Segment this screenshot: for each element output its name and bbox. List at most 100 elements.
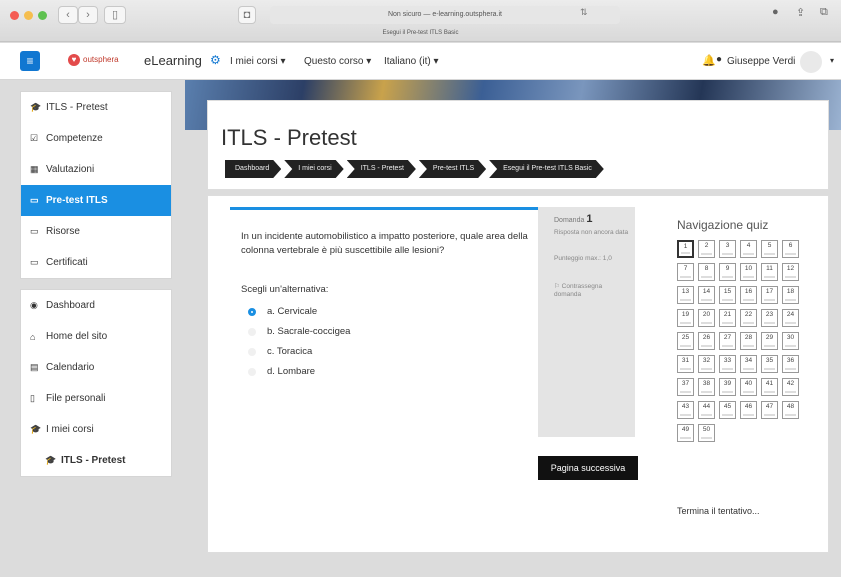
quiz-nav-question-button[interactable]: 50 [698, 424, 715, 442]
answer-option-c[interactable]: c. Toracica [248, 346, 312, 357]
quiz-nav-question-button[interactable]: 33 [719, 355, 736, 373]
notifications-bell-icon[interactable]: 🔔 [702, 54, 716, 67]
menu-language[interactable]: Italiano (it) ▾ [384, 56, 438, 67]
answer-option-d[interactable]: d. Lombare [248, 366, 315, 377]
quiz-nav-question-button[interactable]: 14 [698, 286, 715, 304]
privacy-shield-icon[interactable]: ◘ [238, 6, 256, 24]
messages-icon[interactable]: ● [716, 54, 722, 65]
share-icon[interactable]: ⇪ [796, 6, 805, 19]
maximize-window-button[interactable] [38, 11, 47, 20]
quiz-nav-question-button[interactable]: 46 [740, 401, 757, 419]
quiz-nav-question-button[interactable]: 27 [719, 332, 736, 350]
downloads-icon[interactable]: ● [772, 6, 779, 18]
breadcrumb-course[interactable]: ITLS - Pretest [347, 160, 416, 178]
quiz-nav-question-button[interactable]: 43 [677, 401, 694, 419]
breadcrumb-quiz[interactable]: Pre-test ITLS [419, 160, 486, 178]
quiz-nav-question-button[interactable]: 23 [761, 309, 778, 327]
quiz-nav-question-button[interactable]: 44 [698, 401, 715, 419]
quiz-nav-question-button[interactable]: 24 [782, 309, 799, 327]
quiz-nav-question-button[interactable]: 5 [761, 240, 778, 258]
quiz-nav-question-button[interactable]: 21 [719, 309, 736, 327]
quiz-nav-question-button[interactable]: 16 [740, 286, 757, 304]
quiz-nav-question-button[interactable]: 12 [782, 263, 799, 281]
quiz-nav-question-button[interactable]: 38 [698, 378, 715, 396]
quiz-nav-question-button[interactable]: 13 [677, 286, 694, 304]
quiz-nav-question-button[interactable]: 25 [677, 332, 694, 350]
radio-selected-icon[interactable] [248, 307, 256, 316]
user-menu-caret-icon[interactable]: ▾ [830, 56, 834, 65]
quiz-nav-question-button[interactable]: 15 [719, 286, 736, 304]
site-name[interactable]: eLearning [144, 53, 202, 68]
quiz-nav-question-button[interactable]: 8 [698, 263, 715, 281]
sidebar-item-course-itls-pretest[interactable]: 🎓 ITLS - Pretest [21, 445, 171, 476]
tabs-icon[interactable]: ⧉ [820, 6, 828, 19]
quiz-nav-question-button[interactable]: 45 [719, 401, 736, 419]
quiz-nav-question-button[interactable]: 41 [761, 378, 778, 396]
sidebar-item-risorse[interactable]: ▭ Risorse [21, 216, 171, 247]
sidebar-item-itls-pretest[interactable]: 🎓 ITLS - Pretest [21, 92, 171, 123]
quiz-nav-question-button[interactable]: 37 [677, 378, 694, 396]
sidebar-item-calendario[interactable]: ▤ Calendario [21, 352, 171, 383]
sidebar-item-certificati[interactable]: ▭ Certificati [21, 247, 171, 278]
sidebar-item-competenze[interactable]: ☑ Competenze [21, 123, 171, 154]
breadcrumb-dashboard[interactable]: Dashboard [225, 160, 281, 178]
sidebar-item-i-miei-corsi[interactable]: 🎓 I miei corsi [21, 414, 171, 445]
quiz-nav-question-button[interactable]: 42 [782, 378, 799, 396]
sidebar-item-dashboard[interactable]: ◉ Dashboard [21, 290, 171, 321]
quiz-nav-question-button[interactable]: 32 [698, 355, 715, 373]
quiz-nav-question-button[interactable]: 4 [740, 240, 757, 258]
quiz-nav-question-button[interactable]: 34 [740, 355, 757, 373]
quiz-nav-question-button[interactable]: 10 [740, 263, 757, 281]
quiz-nav-question-button[interactable]: 22 [740, 309, 757, 327]
quiz-nav-question-button[interactable]: 47 [761, 401, 778, 419]
user-name[interactable]: Giuseppe Verdi [727, 56, 795, 67]
close-window-button[interactable] [10, 11, 19, 20]
address-bar[interactable]: Non sicuro — e-learning.outsphera.it [270, 6, 620, 24]
quiz-nav-question-button[interactable]: 20 [698, 309, 715, 327]
quiz-nav-question-button[interactable]: 19 [677, 309, 694, 327]
avatar[interactable] [800, 51, 822, 73]
quiz-nav-question-button[interactable]: 30 [782, 332, 799, 350]
quiz-nav-question-button[interactable]: 28 [740, 332, 757, 350]
quiz-nav-question-button[interactable]: 3 [719, 240, 736, 258]
forward-icon[interactable]: › [78, 6, 98, 24]
quiz-nav-question-button[interactable]: 29 [761, 332, 778, 350]
answer-option-b[interactable]: b. Sacrale-coccigea [248, 326, 350, 337]
quiz-nav-question-button[interactable]: 9 [719, 263, 736, 281]
back-icon[interactable]: ‹ [58, 6, 78, 24]
menu-this-course[interactable]: Questo corso ▾ [304, 56, 371, 67]
quiz-nav-question-button[interactable]: 11 [761, 263, 778, 281]
sidebar-item-home[interactable]: ⌂ Home del sito [21, 321, 171, 352]
breadcrumb-attempt[interactable]: Esegui il Pre-test ITLS Basic [489, 160, 604, 178]
quiz-nav-question-button[interactable]: 7 [677, 263, 694, 281]
next-page-button[interactable]: Pagina successiva [538, 456, 638, 480]
reload-icon[interactable]: ⇅ [580, 7, 588, 18]
sidebar-item-pre-test-itls[interactable]: ▭ Pre-test ITLS [21, 185, 171, 216]
answer-option-a[interactable]: a. Cervicale [248, 306, 317, 317]
menu-icon[interactable]: ≡ [20, 51, 40, 71]
quiz-nav-question-button[interactable]: 40 [740, 378, 757, 396]
quiz-nav-question-button[interactable]: 36 [782, 355, 799, 373]
quiz-nav-question-button[interactable]: 1 [677, 240, 694, 258]
sidebar-item-file-personali[interactable]: ▯ File personali [21, 383, 171, 414]
radio-icon[interactable] [248, 347, 256, 356]
sidebar-item-valutazioni[interactable]: ▦ Valutazioni [21, 154, 171, 185]
quiz-nav-question-button[interactable]: 49 [677, 424, 694, 442]
minimize-window-button[interactable] [24, 11, 33, 20]
flag-question-link[interactable]: ⚐ Contrassegna domanda [554, 283, 629, 299]
quiz-nav-question-button[interactable]: 2 [698, 240, 715, 258]
settings-gear-icon[interactable]: ⚙ [210, 53, 221, 67]
sidebar-toggle-icon[interactable]: ▯ [104, 6, 126, 24]
quiz-nav-question-button[interactable]: 48 [782, 401, 799, 419]
quiz-nav-question-button[interactable]: 35 [761, 355, 778, 373]
tab-title[interactable]: Esegui il Pre-test ITLS Basic [0, 30, 841, 36]
quiz-nav-question-button[interactable]: 31 [677, 355, 694, 373]
breadcrumb-my-courses[interactable]: I miei corsi [284, 160, 343, 178]
radio-icon[interactable] [248, 327, 256, 336]
radio-icon[interactable] [248, 367, 256, 376]
quiz-nav-question-button[interactable]: 39 [719, 378, 736, 396]
site-logo[interactable]: ♥ outsphera [68, 54, 119, 66]
quiz-nav-question-button[interactable]: 17 [761, 286, 778, 304]
quiz-nav-question-button[interactable]: 26 [698, 332, 715, 350]
finish-attempt-link[interactable]: Termina il tentativo... [677, 506, 760, 516]
